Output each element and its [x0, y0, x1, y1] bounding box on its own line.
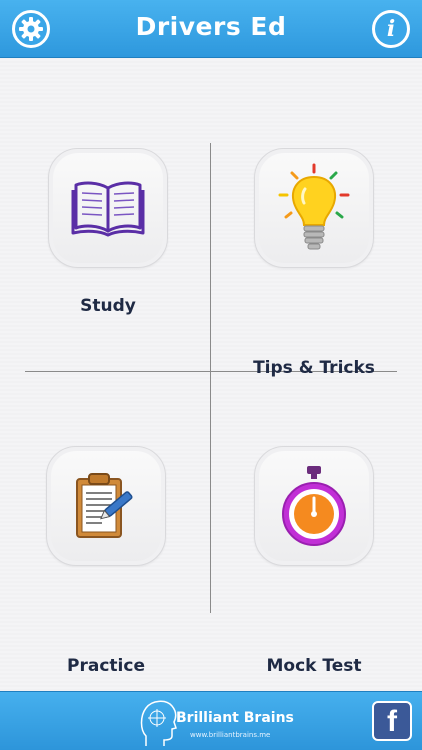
- brand-url: www.brilliantbrains.me: [190, 731, 271, 739]
- tips-tricks-tile[interactable]: Tips & Tricks: [234, 148, 394, 378]
- lightbulb-icon: [278, 163, 350, 250]
- study-tile[interactable]: Study: [28, 148, 188, 348]
- clipboard-icon: [76, 473, 133, 538]
- tips-tricks-label: Tips & Tricks: [253, 358, 375, 378]
- facebook-icon: f: [387, 705, 397, 738]
- mock-test-label: Mock Test: [266, 656, 362, 676]
- brain-head-icon: [140, 700, 177, 746]
- practice-button[interactable]: [46, 446, 166, 566]
- app-title: Drivers Ed: [135, 12, 287, 41]
- study-label: Study: [80, 296, 136, 316]
- stopwatch-icon: [282, 466, 346, 546]
- book-icon: [71, 181, 145, 237]
- info-icon: i: [386, 16, 396, 42]
- tips-tricks-button[interactable]: [254, 148, 374, 268]
- mock-test-button[interactable]: [254, 446, 374, 566]
- practice-tile[interactable]: Practice: [26, 446, 186, 676]
- practice-label: Practice: [67, 656, 145, 676]
- mock-test-tile[interactable]: Mock Test: [234, 446, 394, 676]
- facebook-button[interactable]: f: [372, 701, 412, 741]
- top-bar: Drivers Ed i: [0, 0, 422, 58]
- brand-logo[interactable]: Brilliant Brains www.brilliantbrains.me: [138, 696, 298, 748]
- bottom-bar: Brilliant Brains www.brilliantbrains.me …: [0, 691, 422, 750]
- vertical-divider: [210, 143, 211, 613]
- info-button[interactable]: i: [372, 10, 410, 48]
- brand-name: Brilliant Brains: [176, 710, 294, 726]
- menu-grid: Study Tips & Tricks Practice Mock Test: [0, 58, 422, 691]
- study-button[interactable]: [48, 148, 168, 268]
